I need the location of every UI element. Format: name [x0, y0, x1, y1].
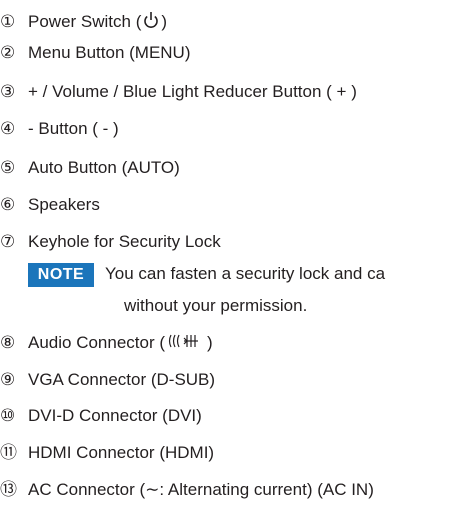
note-badge: NOTE	[28, 263, 94, 287]
item-label: Menu Button (MENU)	[28, 43, 191, 62]
item-label-end: )	[161, 11, 168, 31]
item-label: Speakers	[28, 195, 100, 214]
item-label: VGA Connector (D-SUB)	[28, 370, 216, 389]
item-label: + / Volume / Blue Light Reducer Button (…	[28, 82, 357, 101]
audio-icon	[167, 332, 205, 355]
item-number: ⑩	[0, 406, 16, 425]
item-audio-connector: ⑧ Audio Connector ( )	[0, 332, 213, 355]
item-label: Power Switch (	[28, 11, 142, 31]
item-number: ⑬	[0, 480, 17, 499]
item-keyhole: ⑦ Keyhole for Security Lock	[0, 232, 221, 252]
item-label: AC Connector (∼: Alternating current) (A…	[28, 480, 374, 499]
item-speakers: ⑥ Speakers	[0, 195, 100, 215]
item-number: ⑥	[0, 195, 16, 214]
item-number: ③	[0, 82, 16, 101]
note-text-line1: You can fasten a security lock and ca	[105, 264, 386, 283]
item-label: DVI-D Connector (DVI)	[28, 406, 202, 425]
item-label: Audio Connector (	[28, 332, 166, 352]
item-auto-button: ⑤ Auto Button (AUTO)	[0, 158, 180, 178]
item-label: Auto Button (AUTO)	[28, 158, 180, 177]
item-number: ②	[0, 43, 16, 62]
item-number: ⑨	[0, 370, 16, 389]
item-label: - Button ( - )	[28, 119, 119, 138]
item-label: HDMI Connector (HDMI)	[28, 443, 215, 462]
item-menu-button: ② Menu Button (MENU)	[0, 43, 191, 63]
item-number: ⑦	[0, 232, 16, 251]
item-minus-button: ④ - Button ( - )	[0, 119, 119, 139]
item-power-switch: ① Power Switch ( )	[0, 10, 167, 35]
note-text-line2: without your permission.	[124, 296, 308, 315]
item-hdmi-connector: ⑪ HDMI Connector (HDMI)	[0, 443, 214, 463]
item-label: Keyhole for Security Lock	[28, 232, 221, 251]
item-number: ⑤	[0, 158, 16, 177]
item-ac-connector: ⑬ AC Connector (∼: Alternating current) (…	[0, 480, 374, 500]
item-plus-button: ③ + / Volume / Blue Light Reducer Button …	[0, 82, 357, 102]
item-number: ④	[0, 119, 16, 138]
item-vga-connector: ⑨ VGA Connector (D-SUB)	[0, 370, 215, 390]
item-number: ①	[0, 11, 16, 31]
item-dvi-connector: ⑩ DVI-D Connector (DVI)	[0, 406, 202, 426]
item-number: ⑪	[0, 443, 17, 462]
item-label-end: )	[207, 332, 213, 352]
item-number: ⑧	[0, 332, 16, 352]
power-icon	[142, 10, 160, 35]
